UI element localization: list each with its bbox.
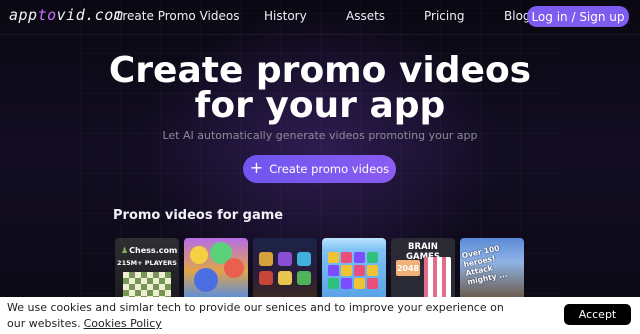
nav-create-promo-videos[interactable]: Create Promo Videos — [114, 9, 239, 23]
block-tile — [367, 278, 378, 289]
video-thumbnail-heroes[interactable]: Over 100 heroes! Attack mighty ... — [460, 238, 524, 298]
character-image — [190, 246, 208, 264]
block-tile — [328, 278, 339, 289]
video-thumbnail-characters[interactable] — [184, 238, 248, 298]
thumbnail-brand-label: Chess.com — [121, 246, 177, 255]
top-nav: apptovid.com Create Promo Videos History… — [0, 0, 640, 34]
block-tile — [328, 252, 339, 263]
accept-cookies-button[interactable]: Accept — [564, 304, 631, 325]
hero-subtitle: Let AI automatically generate videos pro… — [162, 129, 478, 142]
nav-history[interactable]: History — [264, 9, 307, 23]
slot-symbol-image — [259, 271, 273, 285]
logo-text-prefix: app — [9, 6, 38, 24]
site-logo[interactable]: apptovid.com — [9, 6, 123, 24]
thumbnail-caption: 215M+ PLAYERS — [117, 259, 177, 267]
section-title: Promo videos for game — [113, 208, 284, 223]
slot-symbol-image — [278, 252, 292, 266]
video-thumbnail-brain-games[interactable]: BRAIN GAMES 2048 — [391, 238, 455, 298]
plus-icon: + — [249, 158, 264, 177]
cookie-banner: We use cookies and simlar tech to provid… — [0, 297, 640, 334]
character-image — [194, 268, 218, 292]
video-thumbnail-blocks[interactable] — [322, 238, 386, 298]
slot-symbol-image — [259, 252, 273, 266]
slot-symbol-image — [278, 271, 292, 285]
nav-pricing[interactable]: Pricing — [424, 9, 464, 23]
block-tile — [341, 265, 352, 276]
cookie-message: We use cookies and simlar tech to provid… — [7, 300, 507, 332]
cookies-policy-link[interactable]: Cookies Policy — [84, 317, 162, 330]
slot-symbol-image — [297, 252, 311, 266]
create-promo-videos-button[interactable]: + Create promo videos — [243, 155, 396, 183]
block-tile — [328, 265, 339, 276]
tile-2048: 2048 — [396, 260, 420, 276]
block-tile — [367, 252, 378, 263]
hero-title-line-2: for your app — [194, 85, 446, 126]
thumbnail-caption: Over 100 heroes! Attack mighty ... — [460, 243, 509, 287]
block-tile — [354, 265, 365, 276]
video-thumbnail-row: Chess.com 215M+ PLAYERS BRAIN GAMES 2048 — [0, 238, 640, 298]
block-tile — [341, 252, 352, 263]
video-thumbnail-slots[interactable] — [253, 238, 317, 298]
block-tile — [341, 278, 352, 289]
login-signup-button[interactable]: Log in / Sign up — [527, 6, 629, 27]
nav-assets[interactable]: Assets — [346, 9, 385, 23]
logo-text-accent: to — [37, 6, 57, 24]
block-tile — [367, 265, 378, 276]
cookie-text: We use cookies and simlar tech to provid… — [7, 301, 504, 330]
block-tile — [354, 252, 365, 263]
character-image — [224, 258, 244, 278]
video-thumbnail-chess[interactable]: Chess.com 215M+ PLAYERS — [115, 238, 179, 298]
hero-title-line-1: Create promo videos — [108, 50, 532, 91]
slot-symbol-image — [297, 271, 311, 285]
block-tile — [354, 278, 365, 289]
chessboard-image — [123, 272, 171, 298]
puzzle-grid-image — [424, 257, 451, 298]
create-promo-videos-label: Create promo videos — [269, 162, 390, 176]
